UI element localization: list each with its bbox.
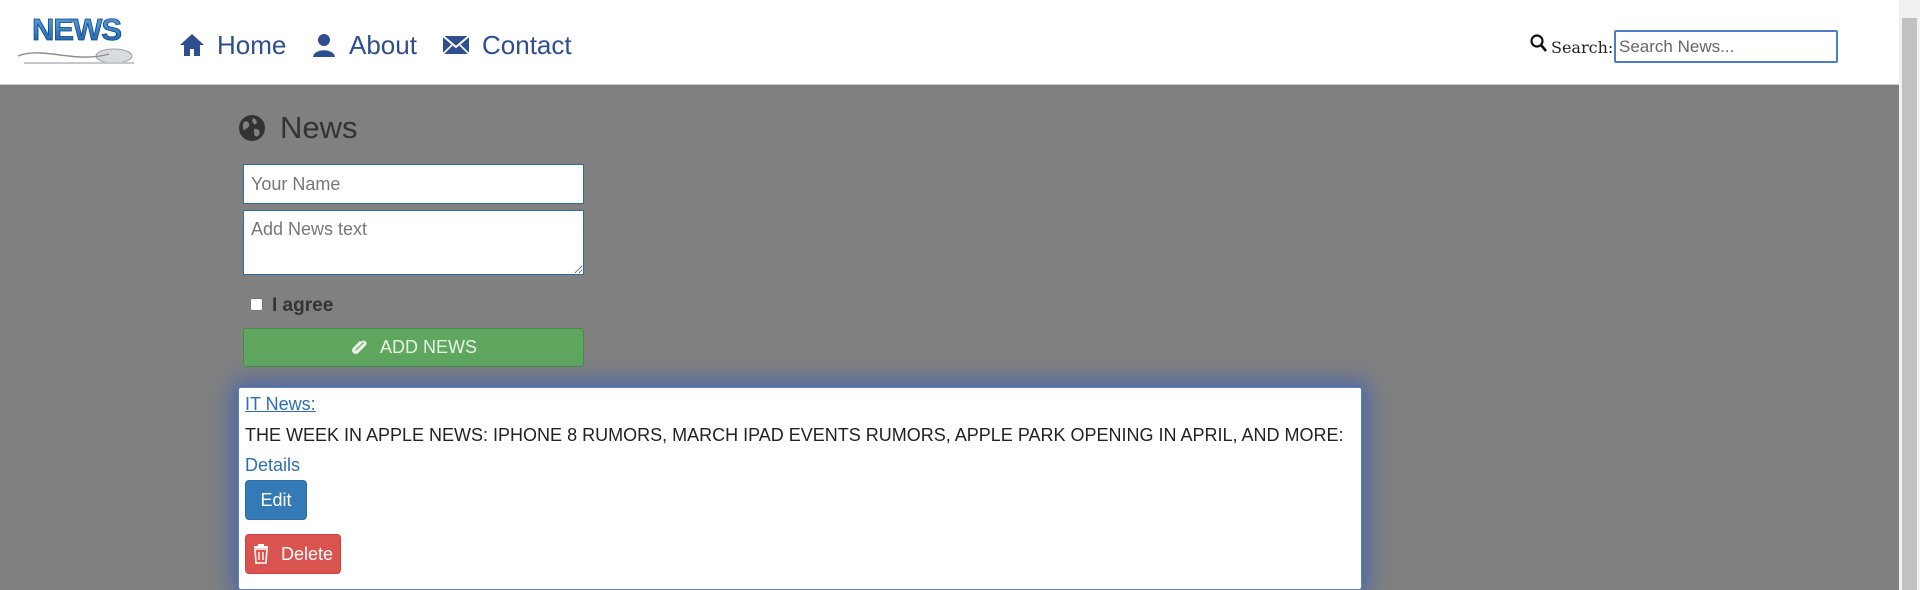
- news-details-link[interactable]: Details: [245, 455, 300, 476]
- edit-button[interactable]: Edit: [245, 480, 307, 520]
- logo-text: NEWS: [32, 12, 121, 47]
- news-item-card: IT News: THE WEEK IN APPLE NEWS: IPHONE …: [238, 387, 1362, 590]
- your-name-input[interactable]: [243, 164, 584, 204]
- nav-about-label: About: [349, 29, 417, 60]
- news-text-textarea[interactable]: [243, 210, 584, 275]
- page-scrollbar[interactable]: [1899, 0, 1920, 590]
- top-navbar: NEWS Home About Contact Search:: [0, 0, 1899, 85]
- add-news-button[interactable]: ADD NEWS: [243, 328, 584, 367]
- search-label: Search:: [1551, 38, 1614, 57]
- paperclip-icon: [352, 339, 367, 354]
- globe-icon: [239, 115, 265, 141]
- news-category-link[interactable]: IT News:: [245, 394, 316, 415]
- add-news-label: ADD NEWS: [379, 337, 477, 357]
- news-headline: THE WEEK IN APPLE NEWS: IPHONE 8 RUMORS,…: [245, 425, 1344, 445]
- user-icon: [313, 34, 335, 57]
- page-title-text: News: [280, 110, 358, 145]
- nav-contact-label: Contact: [482, 29, 572, 60]
- home-icon: [180, 34, 204, 56]
- delete-label: Delete: [280, 543, 334, 564]
- scrollbar-thumb[interactable]: [1902, 18, 1917, 590]
- nav-contact-link[interactable]: Contact: [442, 27, 572, 63]
- news-logo[interactable]: NEWS: [14, 6, 149, 68]
- edit-label: Edit: [260, 489, 292, 510]
- page-title: News: [238, 110, 358, 146]
- agree-checkbox[interactable]: [250, 297, 263, 311]
- search-group: Search:: [1530, 30, 1613, 57]
- nav-home-label: Home: [217, 29, 287, 60]
- search-input[interactable]: [1614, 30, 1838, 63]
- agree-row: I agree: [250, 291, 333, 317]
- nav-home-link[interactable]: Home: [179, 27, 286, 63]
- envelope-icon: [442, 35, 470, 55]
- delete-button[interactable]: Delete: [245, 534, 341, 574]
- search-icon: [1530, 33, 1547, 52]
- trash-icon: [253, 544, 268, 564]
- agree-label[interactable]: I agree: [272, 295, 333, 317]
- nav-about-link[interactable]: About: [311, 27, 417, 63]
